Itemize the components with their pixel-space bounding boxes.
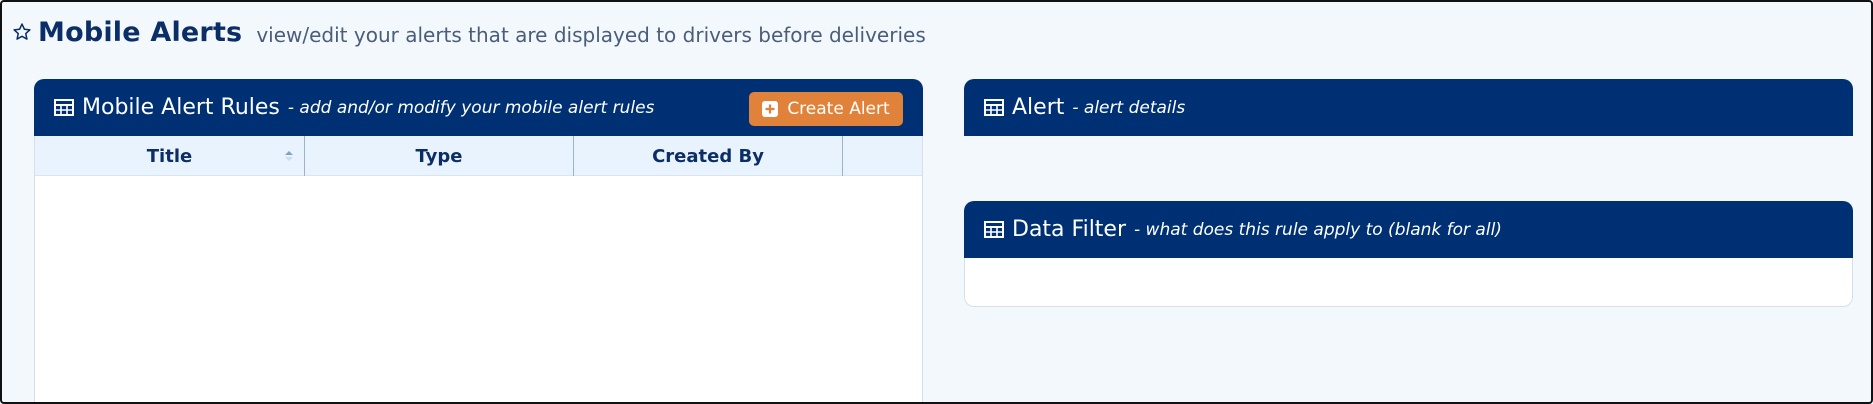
create-alert-button[interactable]: Create Alert	[749, 92, 903, 126]
page-title: Mobile Alerts	[38, 16, 243, 48]
data-filter-panel: Data Filter - what does this rule apply …	[964, 201, 1853, 307]
table-header-row: Title Type Created By	[35, 136, 922, 176]
panel-title: Mobile Alert Rules	[82, 95, 280, 120]
panel-title: Alert	[1012, 95, 1065, 120]
star-icon[interactable]	[12, 22, 32, 42]
grid-icon	[984, 221, 1004, 238]
page-header: Mobile Alerts view/edit your alerts that…	[12, 12, 926, 52]
panel-header: Alert - alert details	[964, 79, 1853, 136]
panel-header: Mobile Alert Rules - add and/or modify y…	[34, 79, 923, 136]
rules-table: Title Type Created By	[34, 136, 923, 402]
panel-title: Data Filter	[1012, 217, 1127, 242]
sort-asc-icon	[284, 150, 294, 162]
panel-description: - add and/or modify your mobile alert ru…	[287, 97, 655, 118]
plus-square-icon	[762, 101, 779, 117]
panel-header: Data Filter - what does this rule apply …	[964, 201, 1853, 258]
column-label: Created By	[652, 145, 764, 167]
column-label: Title	[146, 145, 193, 167]
panel-description: - alert details	[1072, 97, 1186, 118]
column-label: Type	[415, 145, 463, 167]
column-header-type[interactable]: Type	[305, 136, 574, 176]
panel-description: - what does this rule apply to (blank fo…	[1134, 219, 1502, 240]
column-header-title[interactable]: Title	[35, 136, 305, 176]
alert-details-panel: Alert - alert details	[964, 79, 1853, 136]
page-subtitle: view/edit your alerts that are displayed…	[256, 23, 926, 47]
create-alert-label: Create Alert	[787, 99, 890, 119]
filter-body	[964, 258, 1853, 307]
grid-icon	[984, 99, 1004, 116]
column-header-created-by[interactable]: Created By	[574, 136, 843, 176]
app-frame: Mobile Alerts view/edit your alerts that…	[0, 0, 1873, 404]
column-header-actions	[843, 136, 922, 176]
mobile-alert-rules-panel: Mobile Alert Rules - add and/or modify y…	[34, 79, 923, 402]
grid-icon	[54, 99, 74, 116]
